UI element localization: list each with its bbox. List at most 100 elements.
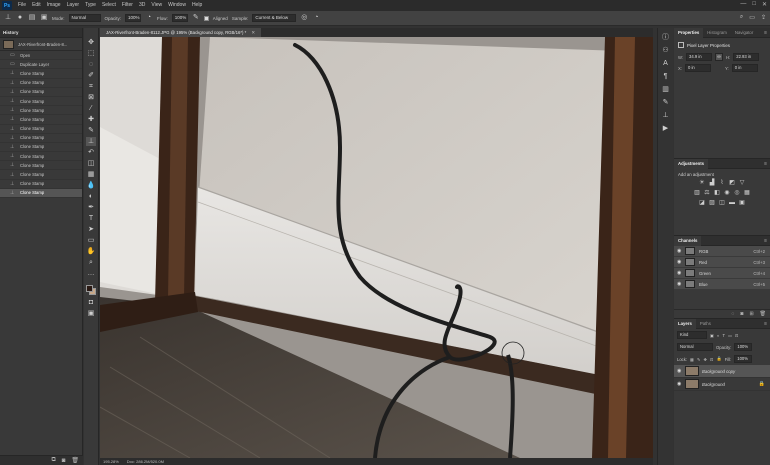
history-item[interactable]: ⊥ Clone Stamp [0, 125, 82, 134]
lasso-tool-icon[interactable]: ◌ [86, 60, 96, 69]
lock-all-icon[interactable]: 🔒 [717, 356, 722, 362]
layer-row-background-copy[interactable]: ◉ Background copy [674, 365, 770, 378]
photo-filter-icon[interactable]: ◉ [724, 190, 731, 197]
brushes-icon[interactable]: ✎ [663, 99, 669, 107]
menu-select[interactable]: Select [99, 0, 119, 11]
swatches-icon[interactable]: ▥ [662, 86, 669, 94]
new-document-from-state-icon[interactable]: ⧉ [51, 457, 55, 464]
clone-source-icon[interactable]: ▣ [40, 14, 48, 22]
layer-filter-select[interactable]: Kind [677, 331, 707, 339]
brightness-icon[interactable]: ☀ [699, 180, 706, 187]
channel-row[interactable]: ◉ Red Ctrl+3 [674, 257, 770, 268]
marquee-tool-icon[interactable]: ⬚ [86, 49, 96, 58]
aligned-checkbox[interactable] [203, 15, 209, 21]
path-select-tool-icon[interactable]: ➤ [86, 225, 96, 234]
filter-shape-icon[interactable]: ▭ [728, 333, 732, 338]
more-tools-icon[interactable]: … [86, 269, 96, 278]
dodge-tool-icon[interactable]: ◐ [86, 192, 96, 201]
lock-transparent-icon[interactable]: ▦ [690, 357, 694, 362]
history-snapshot[interactable]: JAX-Riverfront-Braden-8... [0, 38, 82, 51]
brush-settings-icon[interactable]: ▤ [28, 14, 36, 22]
link-icon[interactable]: ∞ [715, 53, 724, 61]
lock-artboard-icon[interactable]: ⊡ [710, 357, 714, 362]
zoom-tool-icon[interactable]: ⌕ [86, 258, 96, 267]
clone-stamp-tool-icon[interactable]: ⊥ [86, 137, 96, 146]
close-tab-icon[interactable]: ✕ [251, 30, 255, 35]
visibility-eye-icon[interactable]: ◉ [677, 368, 683, 374]
lock-position-icon[interactable]: ✥ [704, 357, 708, 362]
character-icon[interactable]: A [663, 60, 668, 68]
visibility-eye-icon[interactable]: ◉ [677, 381, 683, 387]
type-tool-icon[interactable]: T [86, 214, 96, 223]
history-item[interactable]: ⊥ Clone Stamp [0, 170, 82, 180]
menu-type[interactable]: Type [82, 0, 99, 11]
opacity-input[interactable]: 100% [125, 14, 142, 22]
history-item[interactable]: ▭ Duplicate Layer [0, 60, 82, 70]
selective-color-icon[interactable]: ▣ [739, 200, 746, 207]
quick-mask-icon[interactable]: ◘ [86, 298, 96, 307]
tab-paths[interactable]: Paths [696, 319, 715, 329]
filter-type-icon[interactable]: T [723, 333, 726, 338]
history-item[interactable]: ⊥ Clone Stamp [0, 115, 82, 125]
menu-view[interactable]: View [148, 0, 165, 11]
layer-opacity-input[interactable]: 100% [734, 343, 753, 351]
history-item[interactable]: ⊥ Clone Stamp [0, 69, 82, 79]
workspace-icon[interactable]: ▭ [749, 14, 755, 21]
curves-icon[interactable]: ⌇ [719, 180, 726, 187]
frame-tool-icon[interactable]: ⊠ [86, 93, 96, 102]
history-item[interactable]: ⊥ Clone Stamp [0, 188, 82, 198]
history-item[interactable]: ⊥ Clone Stamp [0, 88, 82, 97]
zoom-level[interactable]: 195.28% [103, 459, 119, 464]
crop-tool-icon[interactable]: ⌗ [86, 82, 96, 91]
properties-menu-icon[interactable]: ≡ [764, 30, 767, 36]
history-item[interactable]: ⊥ Clone Stamp [0, 143, 82, 153]
search-icon[interactable]: ⌕ [740, 14, 743, 21]
channel-row[interactable]: ◉ Blue Ctrl+5 [674, 279, 770, 290]
foreground-color-swatch[interactable] [86, 285, 93, 292]
menu-layer[interactable]: Layer [64, 0, 83, 11]
filter-smart-icon[interactable]: ⊡ [735, 333, 739, 338]
clone-source-panel-icon[interactable]: ⊥ [662, 112, 668, 120]
visibility-eye-icon[interactable]: ◉ [677, 281, 683, 287]
hand-tool-icon[interactable]: ✋ [86, 247, 96, 256]
shape-tool-icon[interactable]: ▭ [86, 236, 96, 245]
channel-row[interactable]: ◉ RGB Ctrl+2 [674, 246, 770, 257]
height-input[interactable]: 22.93 in [733, 53, 760, 61]
history-item[interactable]: ⊥ Clone Stamp [0, 134, 82, 143]
flow-input[interactable]: 100% [171, 14, 188, 22]
clone-stamp-icon[interactable]: ⊥ [4, 14, 12, 22]
screen-mode-icon[interactable]: ▣ [86, 309, 96, 318]
posterize-icon[interactable]: ▨ [709, 200, 716, 207]
x-input[interactable]: 0 in [684, 64, 711, 72]
paragraph-icon[interactable]: ¶ [664, 73, 668, 81]
menu-file[interactable]: File [15, 0, 29, 11]
visibility-eye-icon[interactable]: ◉ [677, 270, 683, 276]
ignore-adjustment-icon[interactable]: ◎ [300, 14, 308, 22]
width-input[interactable]: 34.9 in [686, 53, 713, 61]
actions-play-icon[interactable]: ▶ [663, 125, 668, 133]
pen-tool-icon[interactable]: ✒ [86, 203, 96, 212]
learn-icon[interactable]: ⚇ [662, 47, 668, 55]
levels-icon[interactable]: ▟ [709, 180, 716, 187]
layer-row-background[interactable]: ◉ Background 🔒 [674, 378, 770, 391]
blur-tool-icon[interactable]: 💧 [86, 181, 96, 190]
history-item[interactable]: ⊥ Clone Stamp [0, 97, 82, 107]
tab-channels[interactable]: Channels [674, 235, 702, 246]
delete-channel-icon[interactable]: 🗑 [760, 311, 766, 317]
threshold-icon[interactable]: ◫ [719, 200, 726, 207]
visibility-eye-icon[interactable]: ◉ [677, 248, 683, 254]
black-white-icon[interactable]: ◧ [714, 190, 721, 197]
history-item[interactable]: ⊥ Clone Stamp [0, 106, 82, 116]
history-item[interactable]: ▭ Open [0, 51, 82, 61]
move-tool-icon[interactable]: ✥ [86, 38, 96, 47]
hue-saturation-icon[interactable]: ▥ [694, 190, 701, 197]
visibility-eye-icon[interactable]: ◉ [677, 259, 683, 265]
document-canvas[interactable] [100, 37, 653, 458]
y-input[interactable]: 0 in [731, 64, 758, 72]
brush-preset-icon[interactable]: ● [16, 14, 24, 22]
vibrance-icon[interactable]: ▽ [739, 180, 746, 187]
history-brush-tool-icon[interactable]: ↶ [86, 148, 96, 157]
blend-mode-select[interactable]: Normal [677, 343, 713, 351]
camera-icon[interactable]: ◙ [62, 458, 66, 464]
invert-icon[interactable]: ◪ [699, 200, 706, 207]
